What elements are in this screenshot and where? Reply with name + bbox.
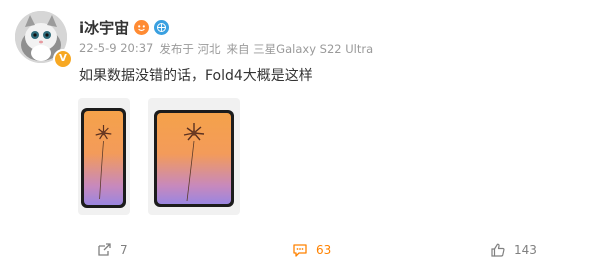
repost-count: 7 <box>120 243 128 257</box>
post-source[interactable]: 来自 三星Galaxy S22 Ultra <box>227 41 374 57</box>
tablet-render <box>154 110 234 207</box>
post-date[interactable]: 22-5-9 20:37 <box>79 41 153 57</box>
comment-count: 63 <box>316 243 332 257</box>
tablet-screen <box>157 113 231 204</box>
avatar-container[interactable]: V <box>15 11 73 69</box>
phone-screen <box>84 111 123 205</box>
like-icon <box>491 243 505 257</box>
author-name[interactable]: i冰宇宙 <box>79 17 129 38</box>
vip-emoji-icon[interactable] <box>134 19 150 35</box>
post-region: 发布于 河北 <box>159 42 221 56</box>
like-count: 143 <box>514 243 537 257</box>
post-text: 如果数据没错的话，Fold4大概是这样 <box>79 68 313 84</box>
like-button[interactable]: 143 <box>490 236 537 264</box>
flower-graphic <box>183 123 205 202</box>
repost-icon <box>98 243 111 256</box>
comment-icon <box>293 244 307 257</box>
phone-render <box>81 108 126 208</box>
repost-button[interactable]: 7 <box>96 236 128 264</box>
verified-v-icon: V <box>53 49 73 69</box>
author-row: i冰宇宙 <box>79 17 170 38</box>
action-bar: 7 63 143 <box>0 236 600 264</box>
flower-graphic <box>95 125 112 200</box>
post-image-unfolded-tablet[interactable] <box>148 98 240 215</box>
globe-badge-icon[interactable] <box>154 19 170 35</box>
comment-button[interactable]: 63 <box>292 236 331 264</box>
post-meta: 22-5-9 20:37 发布于 河北 来自 三星Galaxy S22 Ultr… <box>79 41 373 57</box>
post-image-folded-phone[interactable] <box>78 98 130 215</box>
